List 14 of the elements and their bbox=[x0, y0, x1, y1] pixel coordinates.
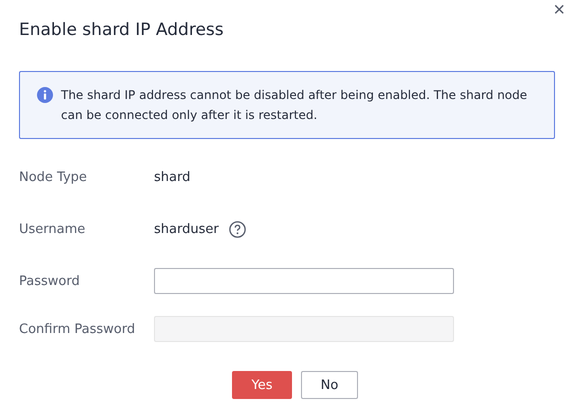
field-value: shard bbox=[154, 170, 190, 184]
field-label: Confirm Password bbox=[19, 322, 136, 336]
field-label: Node Type bbox=[19, 170, 88, 184]
input-field[interactable] bbox=[154, 268, 454, 294]
close-button[interactable]: × bbox=[553, 0, 565, 20]
notice-text: The shard IP address cannot be disabled after being enabled. The shard node can be connected only after it is restarted. bbox=[61, 87, 528, 124]
cancel-button[interactable]: No bbox=[301, 371, 358, 399]
field-label: Password bbox=[19, 274, 81, 288]
dialog-title: Enable shard IP Address bbox=[19, 20, 224, 40]
field-value: sharduser bbox=[154, 222, 219, 236]
info-icon bbox=[37, 87, 53, 103]
help-icon[interactable] bbox=[228, 220, 246, 238]
field-label: Username bbox=[19, 222, 86, 236]
confirm-button[interactable]: Yes bbox=[232, 371, 292, 399]
